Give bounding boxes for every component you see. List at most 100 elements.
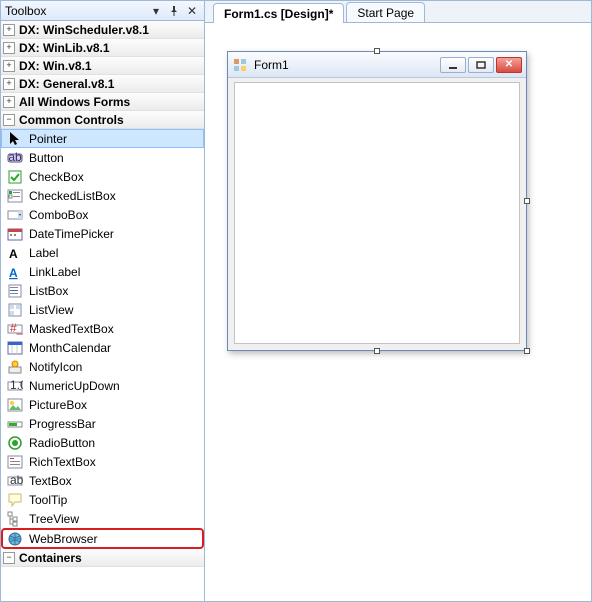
- toolbox-title: Toolbox: [5, 4, 146, 18]
- webbrowser-icon: [7, 531, 23, 547]
- resize-handle-se[interactable]: [524, 348, 530, 354]
- toolbox-item-label: MaskedTextBox: [29, 322, 114, 336]
- pin-icon[interactable]: [166, 3, 182, 19]
- form-client-area[interactable]: [234, 82, 520, 344]
- toolbox-item-webbrowser[interactable]: WebBrowser: [1, 528, 204, 549]
- link-icon: A: [7, 264, 23, 280]
- toolbox-item-textbox[interactable]: abl TextBox: [1, 471, 204, 490]
- toolbox-item-picture[interactable]: PictureBox: [1, 395, 204, 414]
- toolbox-item-checkbox[interactable]: CheckBox: [1, 167, 204, 186]
- svg-text:1.0: 1.0: [10, 378, 23, 392]
- toolbox-item-label: NotifyIcon: [29, 360, 82, 374]
- toolbox-item-label: Label: [29, 246, 58, 260]
- label-icon: A: [7, 245, 23, 261]
- toolbox-item-label: RadioButton: [29, 436, 95, 450]
- richtext-icon: [7, 454, 23, 470]
- toolbox-item-label: WebBrowser: [29, 532, 97, 546]
- svg-text:ab: ab: [8, 150, 22, 164]
- radio-icon: [7, 435, 23, 451]
- document-tab[interactable]: Start Page: [346, 2, 425, 22]
- minimize-button[interactable]: [440, 57, 466, 73]
- collapse-icon[interactable]: −: [3, 552, 15, 564]
- toolbox-group[interactable]: +DX: Win.v8.1: [1, 57, 204, 75]
- toolbox-item-richtext[interactable]: RichTextBox: [1, 452, 204, 471]
- toolbox-item-label: ComboBox: [29, 208, 88, 222]
- expand-icon[interactable]: +: [3, 60, 15, 72]
- toolbox-item-radio[interactable]: RadioButton: [1, 433, 204, 452]
- listview-icon: [7, 302, 23, 318]
- toolbox-item-label: TextBox: [29, 474, 72, 488]
- toolbox-group[interactable]: + All Windows Forms: [1, 93, 204, 111]
- toolbox-item-notify[interactable]: NotifyIcon: [1, 357, 204, 376]
- listbox-icon: [7, 283, 23, 299]
- toolbox-item-button[interactable]: abButton: [1, 148, 204, 167]
- document-tabs: Form1.cs [Design]*Start Page: [205, 1, 591, 23]
- toolbox-item-listbox[interactable]: ListBox: [1, 281, 204, 300]
- group-label: Common Controls: [19, 113, 124, 127]
- designer-canvas[interactable]: Form1 ✕: [205, 23, 591, 601]
- toolbox-item-label: RichTextBox: [29, 455, 96, 469]
- toolbox-item-listview[interactable]: ListView: [1, 300, 204, 319]
- expand-icon[interactable]: +: [3, 96, 15, 108]
- toolbox-item-checkedlist[interactable]: CheckedListBox: [1, 186, 204, 205]
- svg-text:#_: #_: [10, 321, 23, 335]
- expand-icon[interactable]: +: [3, 24, 15, 36]
- toolbox-item-combo[interactable]: ComboBox: [1, 205, 204, 224]
- toolbox-item-numeric[interactable]: 1.0NumericUpDown: [1, 376, 204, 395]
- toolbox-item-pointer[interactable]: Pointer: [1, 129, 204, 148]
- toolbox-item-label: TreeView: [29, 512, 79, 526]
- close-icon[interactable]: ✕: [184, 3, 200, 19]
- svg-text:abl: abl: [10, 473, 23, 487]
- form-titlebar[interactable]: Form1 ✕: [228, 52, 526, 78]
- toolbox-item-tree[interactable]: TreeView: [1, 509, 204, 528]
- toolbox-item-label: DateTimePicker: [29, 227, 114, 241]
- checkedlist-icon: [7, 188, 23, 204]
- collapse-icon[interactable]: −: [3, 114, 15, 126]
- progress-icon: [7, 416, 23, 432]
- textbox-icon: abl: [7, 473, 23, 489]
- toolbox-item-label: CheckedListBox: [29, 189, 116, 203]
- pointer-icon: [7, 131, 23, 147]
- document-tab[interactable]: Form1.cs [Design]*: [213, 3, 344, 23]
- form-window[interactable]: Form1 ✕: [227, 51, 527, 351]
- group-label: DX: WinScheduler.v8.1: [19, 23, 149, 37]
- toolbox-item-label: ToolTip: [29, 493, 67, 507]
- form-icon: [232, 57, 248, 73]
- design-area: Form1.cs [Design]*Start Page Form1 ✕: [205, 1, 591, 601]
- toolbox-group-common-controls[interactable]: −Common Controls: [1, 111, 204, 129]
- picture-icon: [7, 397, 23, 413]
- group-label: DX: General.v8.1: [19, 77, 114, 91]
- toolbox-item-label: PictureBox: [29, 398, 87, 412]
- toolbox-item-label: ProgressBar: [29, 417, 96, 431]
- tooltip-icon: [7, 492, 23, 508]
- group-label: All Windows Forms: [19, 95, 130, 109]
- resize-handle-s[interactable]: [374, 348, 380, 354]
- toolbox-item-calendar[interactable]: MonthCalendar: [1, 338, 204, 357]
- calendar-icon: [7, 340, 23, 356]
- toolbox-group[interactable]: + DX: WinScheduler.v8.1: [1, 21, 204, 39]
- toolbox-group[interactable]: + DX: General.v8.1: [1, 75, 204, 93]
- toolbox-item-masked[interactable]: #_ MaskedTextBox: [1, 319, 204, 338]
- expand-icon[interactable]: +: [3, 78, 15, 90]
- toolbox-item-label: MonthCalendar: [29, 341, 111, 355]
- toolbox-item-label: Pointer: [29, 132, 67, 146]
- toolbox-item-label: CheckBox: [29, 170, 84, 184]
- maximize-button[interactable]: [468, 57, 494, 73]
- button-icon: ab: [7, 150, 23, 166]
- svg-text:A: A: [9, 247, 18, 261]
- group-label: DX: WinLib.v8.1: [19, 41, 110, 55]
- svg-text:A: A: [9, 266, 18, 280]
- toolbox-group-containers[interactable]: −Containers: [1, 549, 204, 567]
- expand-icon[interactable]: +: [3, 42, 15, 54]
- toolbox-item-tooltip[interactable]: ToolTip: [1, 490, 204, 509]
- resize-handle-n[interactable]: [374, 48, 380, 54]
- toolbox-group[interactable]: + DX: WinLib.v8.1: [1, 39, 204, 57]
- toolbox-item-label[interactable]: A Label: [1, 243, 204, 262]
- resize-handle-e[interactable]: [524, 198, 530, 204]
- toolbox-item-progress[interactable]: ProgressBar: [1, 414, 204, 433]
- close-button[interactable]: ✕: [496, 57, 522, 73]
- toolbox-item-datetime[interactable]: DateTimePicker: [1, 224, 204, 243]
- dropdown-icon[interactable]: ▾: [148, 3, 164, 19]
- toolbox-item-link[interactable]: ALinkLabel: [1, 262, 204, 281]
- toolbox-header: Toolbox ▾ ✕: [1, 1, 204, 21]
